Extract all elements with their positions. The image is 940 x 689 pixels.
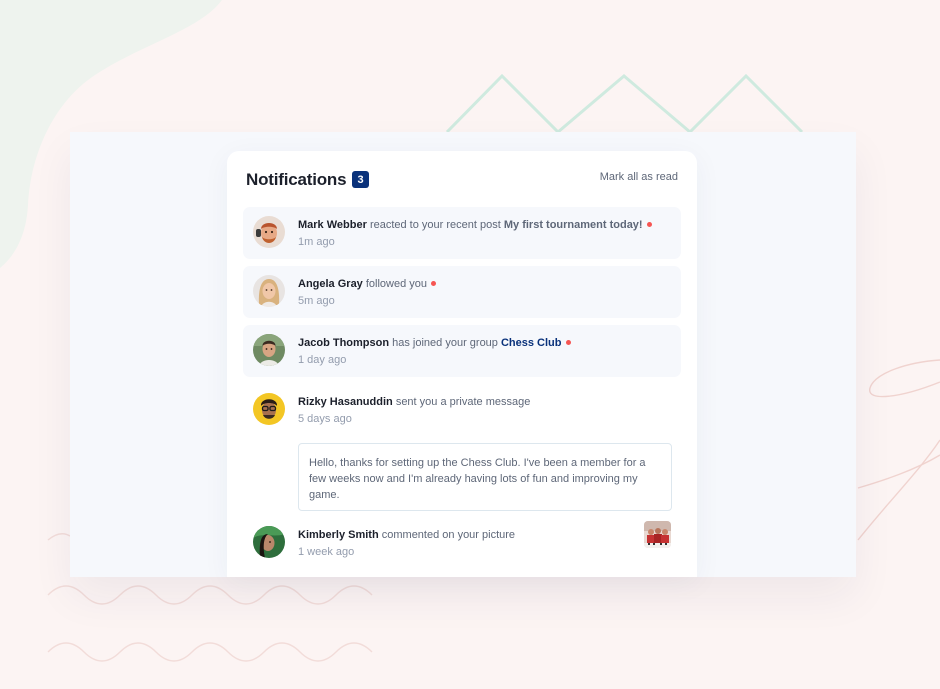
notification-item[interactable]: Jacob Thompson has joined your group Che… [243, 325, 681, 377]
zigzag-lines [445, 73, 804, 135]
unread-count-badge: 3 [352, 171, 369, 188]
notification-time: 1m ago [298, 236, 335, 248]
avatar-kimberly-smith[interactable] [253, 526, 285, 558]
private-message-box[interactable]: Hello, thanks for setting up the Chess C… [298, 443, 672, 511]
notification-target-group[interactable]: Chess Club [501, 337, 562, 349]
notification-item[interactable]: Angela Gray followed you 5m ago [243, 266, 681, 318]
avatar-angela-gray-image [253, 275, 285, 307]
notification-text: Jacob Thompson has joined your group Che… [298, 336, 671, 350]
notification-action: sent you a private message [395, 396, 531, 408]
notification-action: reacted to your recent post [369, 219, 501, 231]
notification-text: Rizky Hasanuddin sent you a private mess… [298, 395, 671, 409]
notification-user-name[interactable]: Mark Webber [298, 219, 367, 231]
notification-time: 5m ago [298, 295, 335, 307]
notification-action: commented on your picture [381, 529, 516, 541]
card-header: Notifications 3 Mark all as read [246, 169, 678, 193]
notification-time: 5 days ago [298, 413, 352, 425]
avatar-jacob-thompson[interactable] [253, 334, 285, 366]
notification-time: 1 day ago [298, 354, 347, 366]
avatar-jacob-thompson-image [253, 334, 285, 366]
page-title: Notifications [246, 170, 347, 189]
unread-dot-icon [431, 281, 437, 286]
notification-item[interactable]: Mark Webber reacted to your recent post … [243, 207, 681, 259]
avatar-angela-gray[interactable] [253, 275, 285, 307]
chess-picture-image [644, 521, 671, 548]
avatar-mark-webber-image [253, 216, 285, 248]
notification-time: 1 week ago [298, 546, 355, 558]
notification-text: Kimberly Smith commented on your picture [298, 528, 671, 542]
notification-item[interactable]: Rizky Hasanuddin sent you a private mess… [243, 384, 681, 511]
commented-picture-thumbnail[interactable] [644, 521, 671, 548]
unread-dot-icon [565, 340, 571, 345]
notifications-card: Notifications 3 Mark all as read Mark We… [227, 151, 697, 577]
notification-text: Angela Gray followed you [298, 277, 671, 291]
notification-item[interactable]: Kimberly Smith commented on your picture… [243, 517, 681, 569]
notification-text: Mark Webber reacted to your recent post … [298, 218, 671, 232]
notification-target-post[interactable]: My first tournament today! [504, 219, 643, 231]
avatar-rizky-hasanuddin-image [253, 393, 285, 425]
avatar-kimberly-smith-image [253, 526, 285, 558]
notification-action: has joined your group [392, 337, 498, 349]
avatar-rizky-hasanuddin[interactable] [253, 393, 285, 425]
notification-user-name[interactable]: Angela Gray [298, 278, 363, 290]
notification-user-name[interactable]: Kimberly Smith [298, 529, 379, 541]
avatar-mark-webber[interactable] [253, 216, 285, 248]
notification-user-name[interactable]: Jacob Thompson [298, 337, 389, 349]
mark-all-as-read-button[interactable]: Mark all as read [600, 171, 678, 183]
unread-dot-icon [646, 222, 652, 227]
swirl-lines [857, 359, 940, 541]
notification-user-name[interactable]: Rizky Hasanuddin [298, 396, 393, 408]
notification-action: followed you [365, 278, 428, 290]
